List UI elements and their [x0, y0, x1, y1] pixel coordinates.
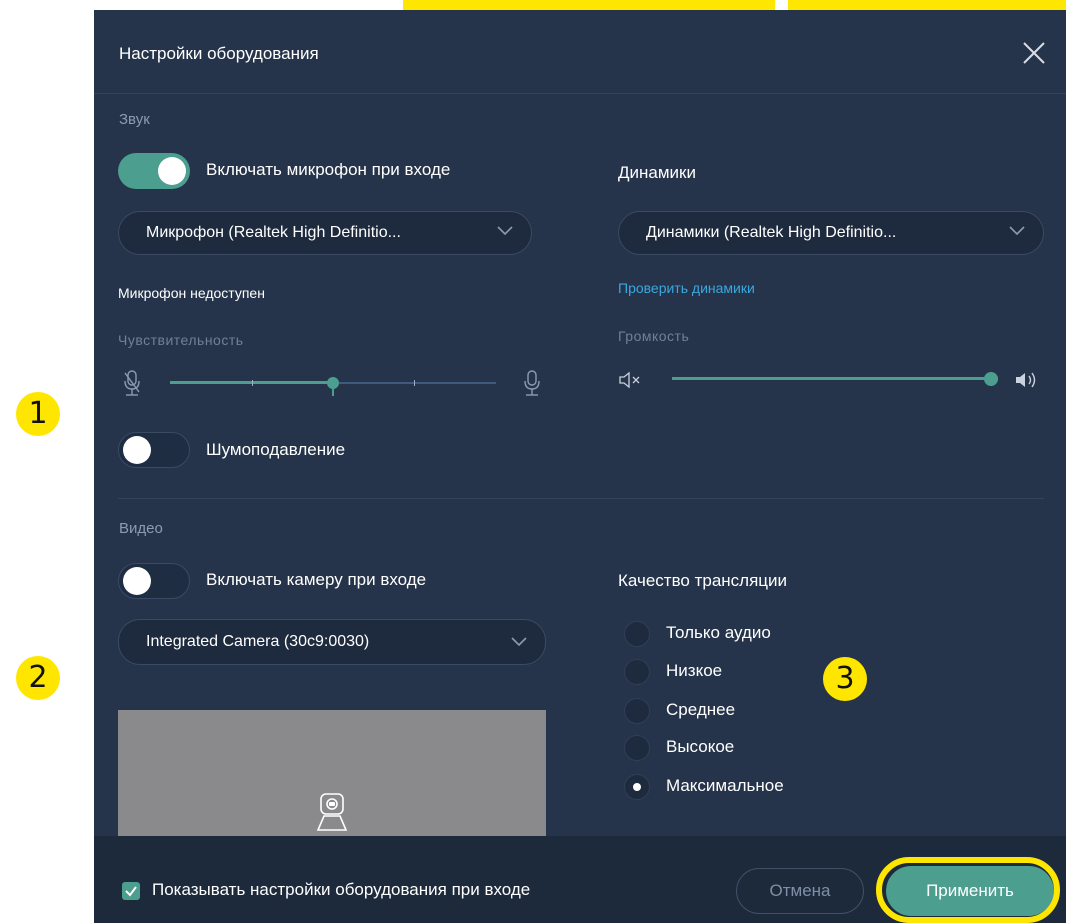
speaker-muted-icon [618, 370, 646, 390]
radio-button[interactable] [624, 698, 650, 724]
speakers-select-value: Динамики (Realtek High Definitio... [646, 224, 897, 241]
toggle-knob [123, 567, 151, 595]
show-settings-checkbox[interactable] [122, 882, 140, 900]
show-settings-label: Показывать настройки оборудования при вх… [152, 880, 531, 899]
volume-slider[interactable] [672, 368, 998, 392]
annotation-marker-1: 1 [16, 392, 60, 436]
slider-fill [672, 377, 998, 380]
mic-status: Микрофон недоступен [118, 285, 265, 301]
chevron-down-icon [1009, 226, 1025, 236]
camera-preview [118, 710, 546, 840]
speakers-select[interactable]: Динамики (Realtek High Definitio... [618, 211, 1044, 255]
quality-option-low[interactable]: Низкое [624, 659, 924, 687]
quality-option-max[interactable]: Максимальное [624, 774, 924, 802]
camera-select[interactable]: Integrated Camera (30c9:0030) [118, 619, 546, 665]
microphone-select-value: Микрофон (Realtek High Definitio... [146, 224, 401, 241]
radio-dot [633, 783, 641, 791]
checkmark-icon [125, 886, 137, 897]
radio-button[interactable] [624, 621, 650, 647]
annotation-marker-2: 2 [16, 656, 60, 700]
mic-on-join-toggle[interactable] [118, 153, 190, 189]
radio-button[interactable] [624, 735, 650, 761]
camera-select-value: Integrated Camera (30c9:0030) [146, 633, 370, 650]
volume-label: Громкость [618, 328, 690, 344]
radio-button[interactable] [624, 659, 650, 685]
slider-tick [414, 380, 415, 386]
microphone-select[interactable]: Микрофон (Realtek High Definitio... [118, 211, 532, 255]
divider [94, 93, 1066, 94]
chevron-down-icon [511, 637, 527, 647]
camera-on-join-toggle[interactable] [118, 563, 190, 599]
noise-suppression-label: Шумоподавление [206, 440, 346, 459]
radio-button[interactable] [624, 774, 650, 800]
quality-label: Качество трансляции [618, 571, 788, 590]
section-sound-label: Звук [119, 111, 150, 128]
chevron-down-icon [497, 226, 513, 236]
mic-muted-icon [122, 368, 142, 398]
hardware-settings-dialog: Настройки оборудования Звук Включать мик… [94, 10, 1066, 923]
annotation-marker-3: 3 [823, 657, 867, 701]
quality-option-label: Высокое [666, 737, 735, 756]
quality-option-label: Максимальное [666, 776, 784, 795]
noise-suppression-toggle[interactable] [118, 432, 190, 468]
close-icon[interactable] [1019, 38, 1049, 68]
mic-on-join-label: Включать микрофон при входе [206, 160, 451, 179]
speakers-label: Динамики [618, 163, 696, 182]
slider-thumb[interactable] [327, 377, 339, 389]
quality-option-medium[interactable]: Среднее [624, 698, 924, 726]
quality-option-audio-only[interactable]: Только аудио [624, 621, 924, 649]
speaker-icon [1014, 369, 1042, 391]
camera-on-join-label: Включать камеру при входе [206, 570, 427, 589]
sensitivity-slider[interactable] [170, 372, 496, 396]
quality-option-label: Только аудио [666, 623, 771, 642]
toggle-knob [123, 436, 151, 464]
quality-option-high[interactable]: Высокое [624, 735, 924, 763]
slider-tick [252, 380, 253, 386]
section-video-label: Видео [119, 520, 163, 537]
dialog-title: Настройки оборудования [119, 44, 319, 63]
divider [118, 498, 1044, 499]
sensitivity-label: Чувствительность [118, 332, 244, 348]
cancel-button[interactable]: Отмена [736, 868, 864, 914]
slider-thumb[interactable] [984, 372, 998, 386]
quality-option-label: Низкое [666, 661, 723, 680]
check-speakers-link[interactable]: Проверить динамики [618, 280, 755, 296]
quality-option-label: Среднее [666, 700, 736, 719]
apply-button[interactable]: Применить [886, 866, 1054, 916]
webcam-icon [312, 792, 352, 832]
microphone-icon [522, 368, 542, 398]
toggle-knob [158, 157, 186, 185]
